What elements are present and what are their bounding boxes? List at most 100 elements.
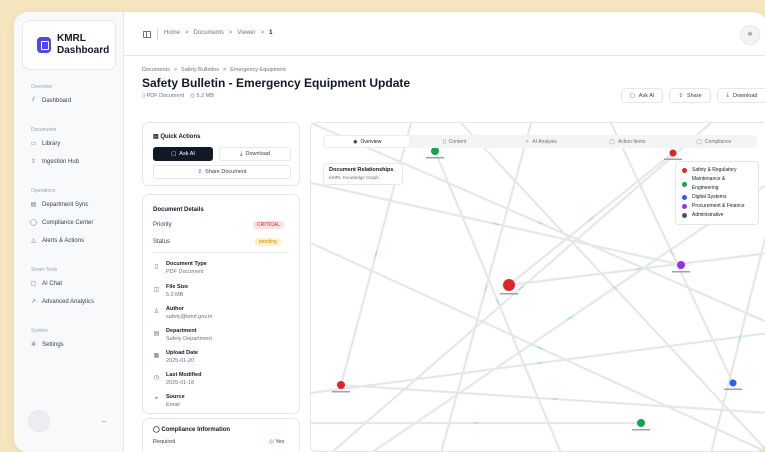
chat-icon: ▢ [630, 93, 635, 99]
alert-icon: △ [30, 237, 37, 244]
graph-node-label [724, 389, 742, 391]
crumb-safety-bulletins[interactable]: Safety Bulletins [181, 67, 219, 73]
sidebar-item-advanced-analytics[interactable]: ↗Advanced Analytics [30, 298, 94, 305]
sidebar-item-ai-chat[interactable]: ▢AI Chat [30, 280, 62, 287]
tab-content[interactable]: ▯Content [411, 135, 497, 148]
graph-info-box: Document Relationships KMRL Knowledge Gr… [323, 163, 403, 185]
upload-icon: ⇧ [30, 158, 37, 165]
section-operations-label: Operations [31, 188, 55, 194]
legend-item: Digital Systems [682, 193, 752, 202]
graph-node [431, 147, 439, 155]
graph-node [503, 279, 515, 291]
quick-ask-ai-button[interactable]: ▢Ask AI [153, 147, 213, 161]
section-system-label: System [31, 328, 48, 334]
quick-download-button[interactable]: ⤓Download [219, 147, 291, 161]
sidebar-item-compliance-center[interactable]: ◯Compliance Center [30, 219, 93, 226]
sidebar-item-dashboard[interactable]: ⫽Dashboard [30, 97, 71, 104]
breadcrumb-viewer[interactable]: Viewer [237, 30, 255, 36]
sidebar-toggle-icon[interactable] [143, 31, 151, 38]
check-icon: ◯ [609, 139, 615, 145]
brand-title: KMRL Dashboard [57, 33, 109, 57]
app-window: KMRL Dashboard Overview ⫽Dashboard Docum… [14, 12, 765, 452]
topbar: Home > Documents > Viewer > 1 ✲ [124, 12, 765, 56]
section-documents-label: Documents [31, 127, 56, 133]
graph-node-label [332, 391, 350, 393]
sidebar-item-settings[interactable]: ✲Settings [30, 341, 64, 348]
graph-node-label [672, 271, 690, 273]
crumb-separator: > [223, 67, 226, 73]
file-icon: ▯ [443, 139, 446, 145]
trend-icon: ↗ [30, 298, 37, 305]
breadcrumb-home[interactable]: Home [164, 30, 180, 36]
shield-icon: ◯ [30, 219, 37, 226]
tab-compliance[interactable]: ◯Compliance [671, 135, 757, 148]
document-details-card: Document Details Priority CRITICAL Statu… [142, 194, 300, 414]
legend-item: Procurement & Finance [682, 202, 752, 211]
user-icon: ♙ [153, 308, 160, 321]
document-breadcrumb: Documents > Safety Bulletins > Emergency… [142, 67, 286, 73]
detail-file-size: ◫File Size5.2 MB [153, 284, 188, 299]
settings-icon[interactable]: ✲ [740, 25, 760, 45]
breadcrumb-separator: > [185, 30, 189, 36]
chat-icon: ▢ [171, 151, 176, 157]
share-icon: ⇪ [678, 93, 683, 99]
share-icon: ⇪ [198, 169, 203, 175]
legend-swatch [682, 168, 687, 173]
crumb-separator: > [174, 67, 177, 73]
detail-author: ♙Authorsafety@kmrl.gov.in [153, 306, 212, 321]
share-button[interactable]: ⇪Share [669, 88, 711, 103]
graph-node-label [632, 429, 650, 431]
graph-node [670, 150, 677, 157]
collapse-sidebar-button[interactable]: – [102, 418, 106, 425]
tab-overview[interactable]: ◉Overview [324, 136, 410, 147]
sidebar-item-department-sync[interactable]: ▤Department Sync [30, 201, 88, 208]
tab-action-items[interactable]: ◯Action Items [584, 135, 670, 148]
sidebar-item-library[interactable]: ▭Library [30, 140, 60, 147]
detail-department: ▤DepartmentSafety Department [153, 328, 212, 343]
sidebar-item-ingestion-hub[interactable]: ⇧Ingestion Hub [30, 158, 79, 165]
logo-icon [37, 37, 51, 53]
building-icon: ▤ [153, 330, 160, 343]
quick-actions-title: ▤ Quick Actions [153, 133, 200, 140]
status-badge: pending [255, 238, 281, 246]
graph-node-label [426, 157, 444, 159]
main-area: Home > Documents > Viewer > 1 ✲ Document… [124, 12, 765, 452]
status-label: Status [153, 239, 170, 245]
graph-subtitle: KMRL Knowledge Graph [329, 175, 397, 180]
page-title: Safety Bulletin - Emergency Equipment Up… [142, 76, 410, 90]
compliance-required-value: ◎ Yes [269, 439, 284, 445]
breadcrumb-separator: > [229, 30, 233, 36]
crumb-documents[interactable]: Documents [142, 67, 170, 73]
download-icon: ⤓ [727, 92, 729, 99]
download-button[interactable]: ⤓Download [717, 88, 765, 103]
legend-item: Administrative [682, 211, 752, 220]
sidebar-item-alerts-actions[interactable]: △Alerts & Actions [30, 237, 84, 244]
legend-swatch [682, 213, 687, 218]
tab-ai-analysis[interactable]: ✧AI Analysis [498, 135, 584, 148]
graph-node [337, 381, 345, 389]
clock-icon: ◷ [153, 374, 160, 387]
priority-badge: CRITICAL [253, 221, 284, 229]
sidebar: KMRL Dashboard Overview ⫽Dashboard Docum… [14, 12, 124, 452]
breadcrumb-documents[interactable]: Documents [194, 30, 224, 36]
breadcrumb: Home > Documents > Viewer > 1 [164, 30, 273, 36]
document-viewer-card: ◉Overview ▯Content ✧AI Analysis ◯Action … [310, 122, 765, 452]
brand[interactable]: KMRL Dashboard [22, 20, 116, 70]
download-icon: ⤓ [240, 151, 242, 158]
crumb-emergency-equipment[interactable]: Emergency Equipment [230, 67, 286, 73]
breadcrumb-separator: > [261, 30, 265, 36]
section-smart-tools-label: Smart Tools [31, 267, 57, 273]
section-overview-label: Overview [31, 84, 52, 90]
shield-icon: ◯ [696, 139, 702, 145]
compliance-title: ◯ Compliance Information [153, 426, 230, 433]
graph-node-label [500, 293, 518, 295]
doc-size-meta: ◎ 5.2 MB [190, 93, 214, 99]
share-document-button[interactable]: ⇪Share Document [153, 165, 291, 179]
legend-swatch [682, 204, 687, 209]
avatar[interactable] [28, 410, 50, 432]
ask-ai-button[interactable]: ▢Ask AI [621, 88, 663, 103]
breadcrumb-current: 1 [269, 30, 272, 36]
legend-swatch [682, 182, 687, 187]
detail-source: ⌖SourceEmail [153, 394, 185, 409]
chat-icon: ▢ [30, 280, 37, 287]
